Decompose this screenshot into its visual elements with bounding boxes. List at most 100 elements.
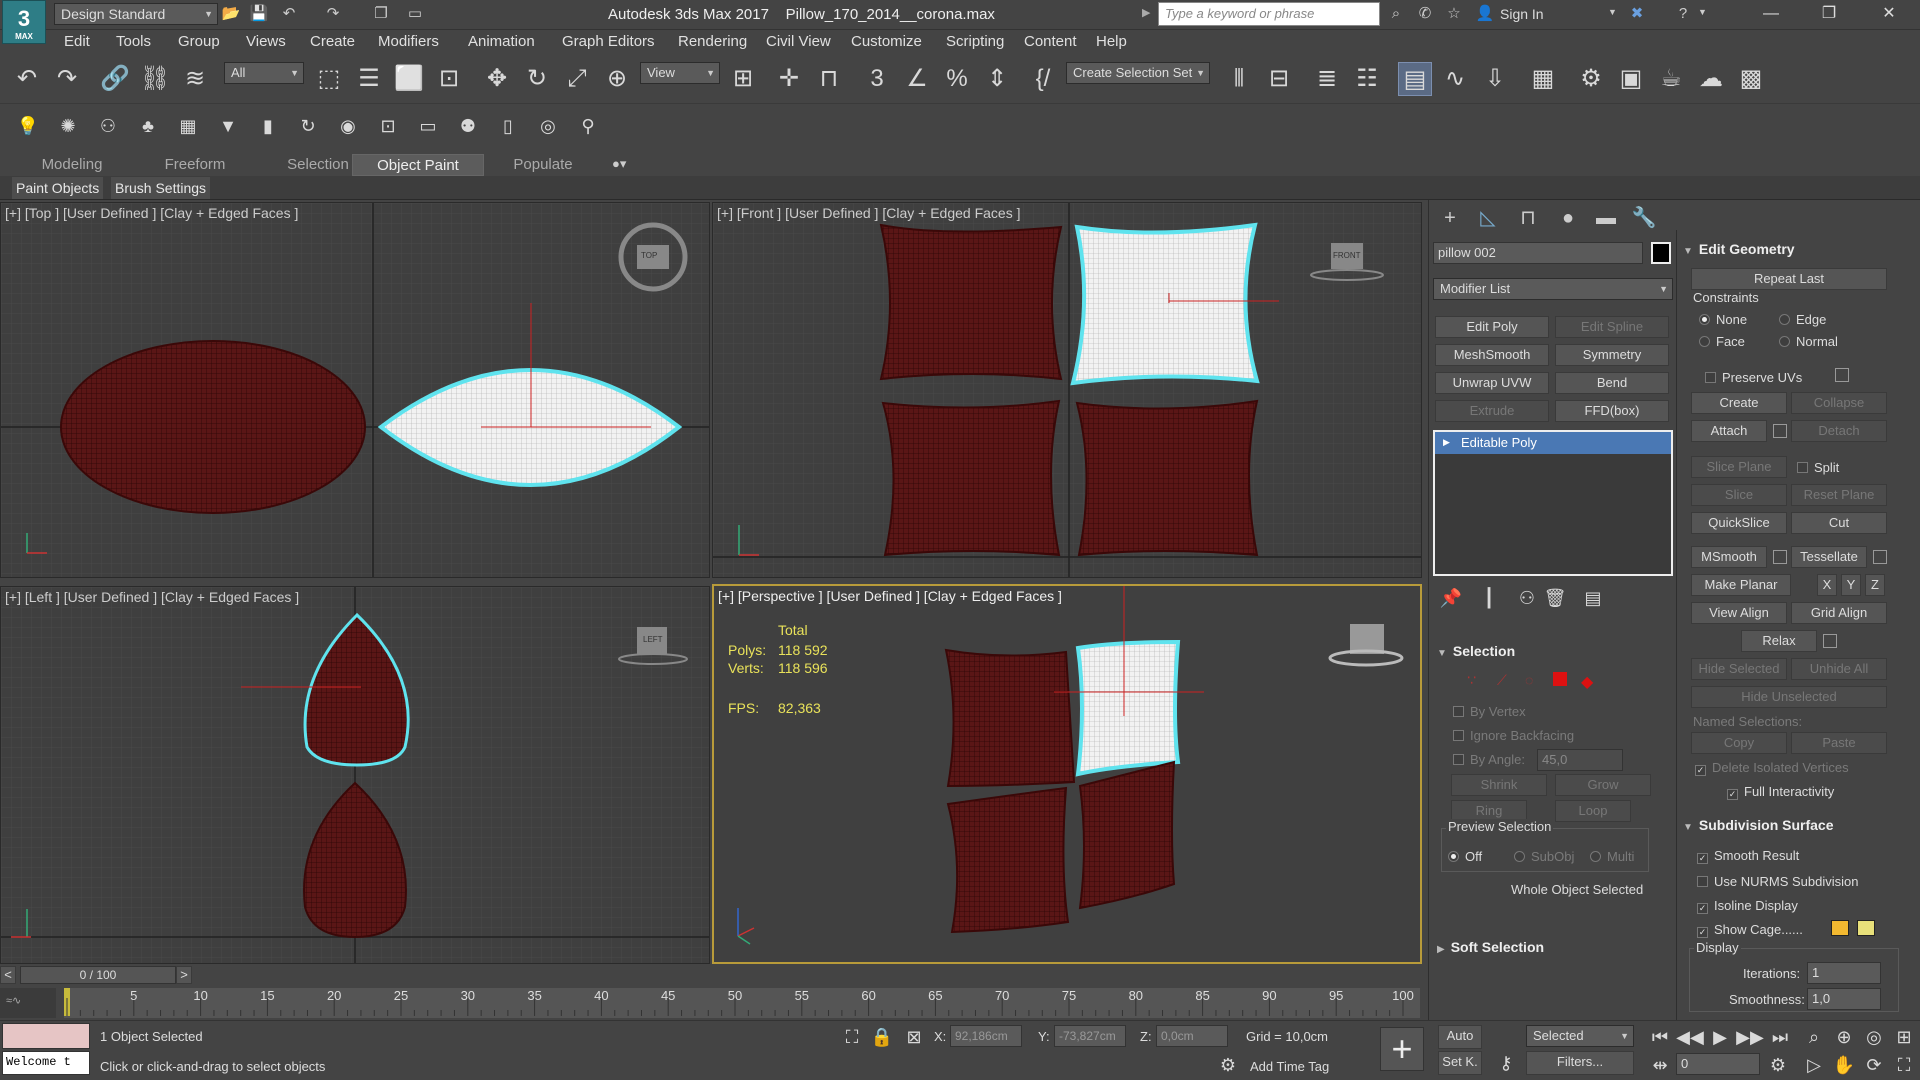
tessellate-button[interactable]: Tessellate	[1791, 546, 1867, 568]
sign-in-link[interactable]: Sign In	[1500, 6, 1544, 22]
edit-geometry-rollout-header[interactable]: ▼ Edit Geometry	[1683, 238, 1795, 260]
bookmark-icon[interactable]: ▮	[254, 112, 282, 140]
named-selection-dropdown[interactable]: Create Selection Set ▼	[1066, 62, 1210, 84]
settings-icon[interactable]	[1835, 368, 1849, 382]
scale-icon[interactable]: ⤢	[560, 62, 594, 96]
soft-selection-rollout-header[interactable]: ▶ Soft Selection	[1437, 936, 1544, 958]
track-bar[interactable]: 5 10 15 20 25 30 35 40 45 50 55 60 65 70 75 80 85 90 95 100	[64, 988, 1420, 1018]
border-icon[interactable]: ◌	[1525, 672, 1533, 688]
minimize-icon[interactable]: —	[1748, 0, 1794, 30]
curve-editor-toggle[interactable]: ≈∿	[0, 988, 56, 1018]
pillow-front-4[interactable]	[1075, 399, 1259, 557]
collapse-button[interactable]: Collapse	[1791, 392, 1887, 414]
constraint-edge-radio[interactable]: Edge	[1779, 312, 1826, 327]
hide-selected-button[interactable]: Hide Selected	[1691, 658, 1787, 680]
reference-coordinate-dropdown[interactable]: View ▼	[640, 62, 720, 84]
menu-create[interactable]: Create	[310, 33, 355, 50]
unlink-icon[interactable]: ⛓	[138, 62, 172, 96]
pivot-center-icon[interactable]: ⊞	[726, 62, 760, 96]
viewcube[interactable]	[1350, 624, 1384, 654]
msmooth-button[interactable]: MSmooth	[1691, 546, 1767, 568]
rotate-icon[interactable]: ↻	[520, 62, 554, 96]
window-crossing-icon[interactable]: ⊡	[432, 62, 466, 96]
snaps-toggle-icon[interactable]: 3	[860, 62, 894, 96]
link-icon[interactable]: 🔗	[98, 62, 132, 96]
cage-color-swatch-2[interactable]	[1857, 920, 1875, 936]
prev-frame-icon[interactable]: <	[0, 966, 16, 984]
menu-customize[interactable]: Customize	[851, 33, 922, 50]
tab-freeform[interactable]: Freeform	[134, 154, 256, 176]
pillow-top-1[interactable]	[60, 340, 366, 514]
planar-x-button[interactable]: X	[1817, 574, 1837, 596]
redo-icon[interactable]: ↷	[322, 3, 344, 25]
orbit-icon[interactable]: ⟳	[1860, 1051, 1888, 1079]
preserve-uvs-checkbox[interactable]: Preserve UVs	[1705, 370, 1802, 385]
set-key-button[interactable]: Set K.	[1438, 1051, 1482, 1075]
edge-icon[interactable]: ⟋	[1497, 672, 1507, 689]
time-slider[interactable]: 0 / 100	[20, 966, 176, 984]
by-vertex-checkbox[interactable]: By Vertex	[1453, 704, 1526, 719]
quickslice-button[interactable]: QuickSlice	[1691, 512, 1787, 534]
viewport-label[interactable]: [+] [Perspective ] [User Defined ] [Clay…	[718, 588, 1062, 604]
layout-icon[interactable]: ▯	[494, 112, 522, 140]
undo-icon[interactable]: ↶	[10, 62, 44, 96]
modifier-edit-spline-button[interactable]: Edit Spline	[1555, 316, 1669, 338]
polygon-icon[interactable]	[1553, 672, 1567, 686]
settings-icon[interactable]	[1873, 550, 1887, 564]
spinner-snap-icon[interactable]: ⇕	[980, 62, 1014, 96]
goto-end-icon[interactable]: ⏭	[1766, 1023, 1794, 1051]
modifier-symmetry-button[interactable]: Symmetry	[1555, 344, 1669, 366]
loop-button[interactable]: Loop	[1555, 800, 1631, 822]
tab-object-paint[interactable]: Object Paint	[352, 154, 484, 176]
constraint-face-radio[interactable]: Face	[1699, 334, 1745, 349]
filters-button[interactable]: Filters...	[1526, 1051, 1634, 1075]
viewport-label[interactable]: [+] [Front ] [User Defined ] [Clay + Edg…	[717, 205, 1020, 221]
refresh-icon[interactable]: ↻	[294, 112, 322, 140]
prev-key-icon[interactable]: ◀◀	[1676, 1023, 1704, 1051]
planar-z-button[interactable]: Z	[1865, 574, 1885, 596]
x-coordinate-field[interactable]: 92,186cm	[950, 1025, 1022, 1047]
chevron-down-icon[interactable]: ▼	[1608, 7, 1617, 17]
modifier-bend-button[interactable]: Bend	[1555, 372, 1669, 394]
auto-key-button[interactable]: Auto	[1438, 1025, 1482, 1049]
bind-space-warp-icon[interactable]: ≋	[178, 62, 212, 96]
by-angle-checkbox[interactable]: By Angle:	[1453, 752, 1525, 767]
mirror-icon[interactable]: ⫴	[1222, 62, 1256, 96]
viewport-front[interactable]: [+] [Front ] [User Defined ] [Clay + Edg…	[712, 202, 1422, 578]
close-icon[interactable]: ✕	[1866, 0, 1912, 30]
unhide-all-button[interactable]: Unhide All	[1791, 658, 1887, 680]
marker-icon[interactable]: ▼	[214, 112, 242, 140]
goto-start-icon[interactable]: ⏮	[1646, 1023, 1674, 1051]
pillow-persp-3[interactable]	[946, 786, 1070, 934]
sun-icon[interactable]: ✺	[54, 112, 82, 140]
workspace-dropdown[interactable]: Design Standard ▼	[54, 3, 218, 25]
edit-named-selections-icon[interactable]: {/	[1026, 62, 1060, 96]
settings-icon[interactable]	[1773, 550, 1787, 564]
remove-modifier-icon[interactable]: 🗑	[1541, 584, 1569, 612]
hide-unselected-button[interactable]: Hide Unselected	[1691, 686, 1887, 708]
chevron-down-icon[interactable]: ▼	[1698, 7, 1707, 17]
attach-button[interactable]: Attach	[1691, 420, 1767, 442]
use-nurms-checkbox[interactable]: Use NURMS Subdivision	[1697, 874, 1859, 889]
selection-rollout-header[interactable]: ▼ Selection	[1437, 640, 1515, 662]
menu-edit[interactable]: Edit	[64, 33, 90, 50]
grid-align-button[interactable]: Grid Align	[1791, 602, 1887, 624]
maximize-viewport-icon[interactable]: ⛶	[1890, 1051, 1918, 1079]
select-by-name-icon[interactable]: ☰	[352, 62, 386, 96]
paste-button[interactable]: Paste	[1791, 732, 1887, 754]
current-frame-field[interactable]: 0	[1676, 1053, 1760, 1075]
preview-subobj-radio[interactable]: SubObj	[1514, 849, 1574, 864]
modifier-meshsmooth-button[interactable]: MeshSmooth	[1435, 344, 1549, 366]
show-cage-checkbox[interactable]: ✓ Show Cage......	[1697, 922, 1803, 938]
zoom-extents-icon[interactable]: ◎	[1860, 1023, 1888, 1051]
undo-icon[interactable]: ↶	[278, 3, 300, 25]
object-color-swatch[interactable]	[1651, 242, 1671, 264]
z-coordinate-field[interactable]: 0,0cm	[1156, 1025, 1228, 1047]
viewcube-label[interactable]: LEFT	[643, 635, 663, 644]
place-icon[interactable]: ⊕	[600, 62, 634, 96]
menu-tools[interactable]: Tools	[116, 33, 151, 50]
zoom-extents-all-icon[interactable]: ⊞	[1890, 1023, 1918, 1051]
view-align-button[interactable]: View Align	[1691, 602, 1787, 624]
key-filter-icon[interactable]: ⚷	[1492, 1049, 1520, 1077]
settings-icon[interactable]	[1773, 424, 1787, 438]
